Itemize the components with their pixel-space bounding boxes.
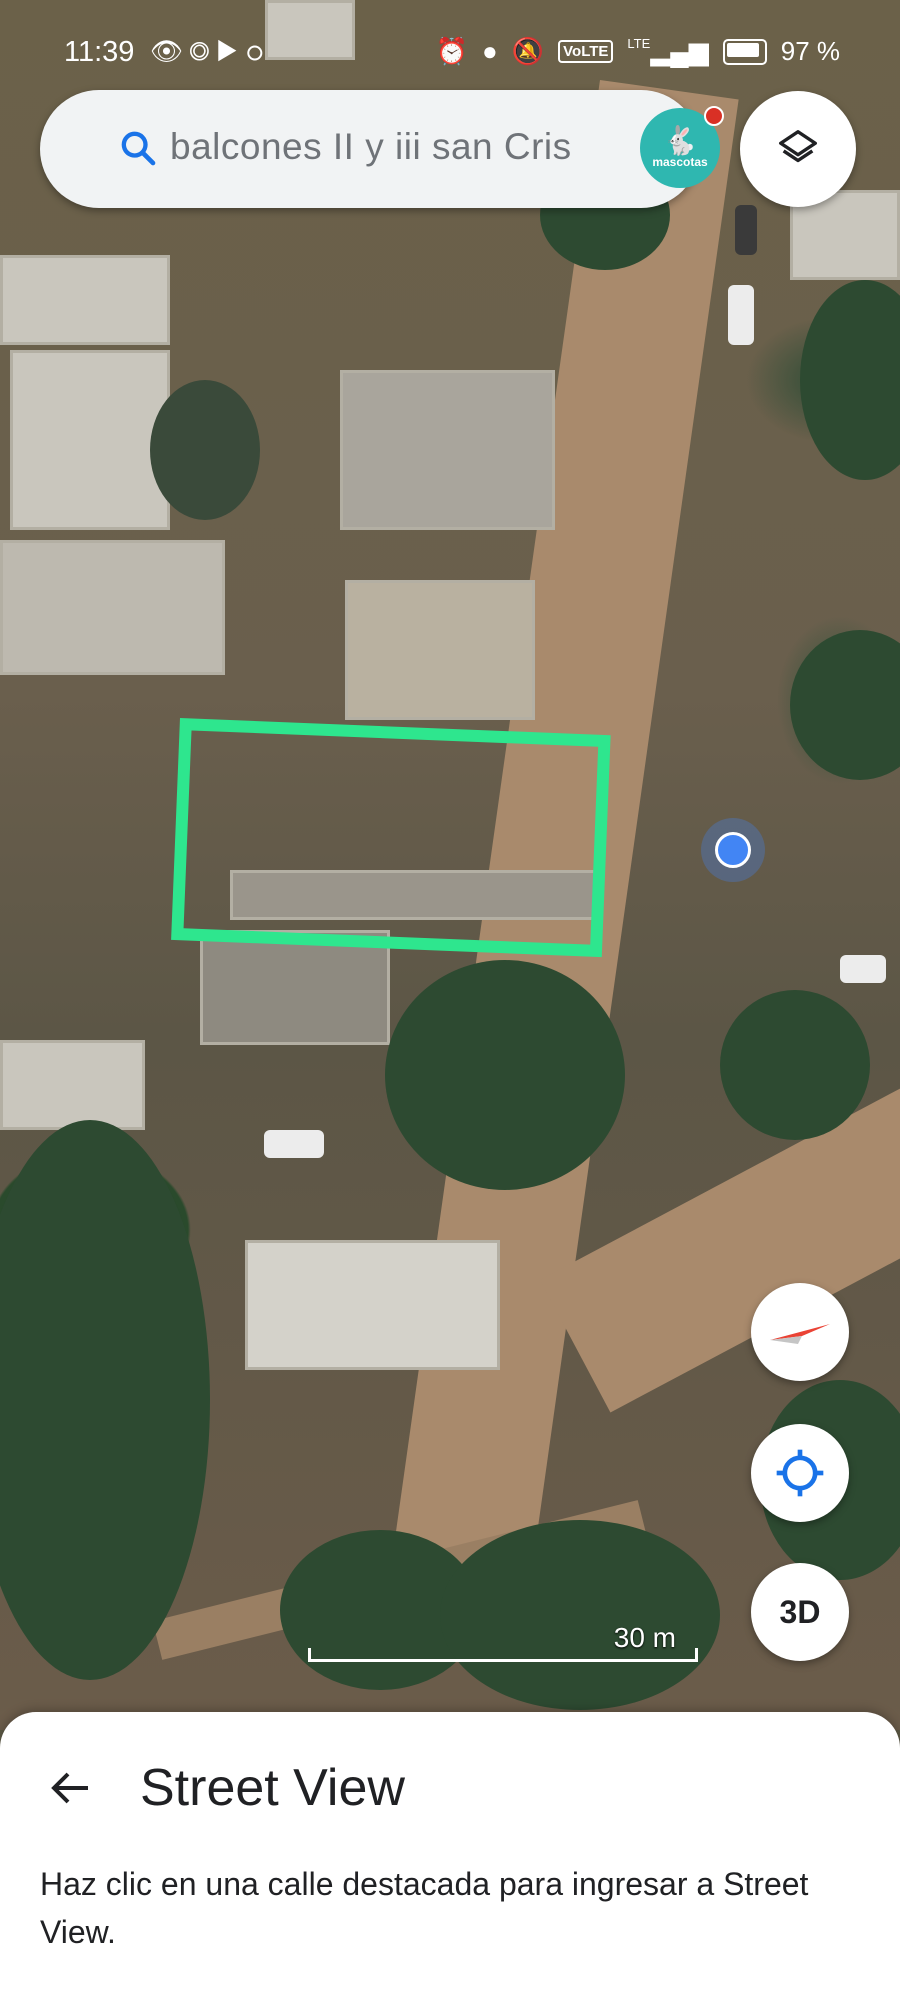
building <box>0 1040 145 1130</box>
status-right-icons: ⏰ ● 🔕 VoLTE LTE▂▄▆ 97 % <box>436 36 840 67</box>
car <box>728 285 754 345</box>
tree <box>0 1120 210 1680</box>
voicemail-icon: ഠ <box>245 36 269 66</box>
scale-bar <box>308 1648 698 1662</box>
battery-icon <box>722 38 767 65</box>
current-location-marker[interactable] <box>701 818 765 882</box>
location-icon: ● <box>482 36 498 66</box>
search-icon[interactable] <box>118 128 158 168</box>
crosshair-icon <box>776 1449 824 1497</box>
status-time: 11:39 <box>64 36 135 68</box>
youtube-icon: ▶ <box>215 36 246 66</box>
layers-icon <box>779 130 817 163</box>
tree <box>790 630 900 780</box>
status-bar: 11:39 👁◎▶ഠ ⏰ ● 🔕 VoLTE LTE▂▄▆ 97 % <box>0 0 900 100</box>
car <box>264 1130 324 1158</box>
tree <box>150 380 260 520</box>
street-view-sheet: Street View Haz clic en una calle destac… <box>0 1712 900 1992</box>
car <box>735 205 757 255</box>
building <box>340 370 555 530</box>
mute-icon: 🔕 <box>511 36 545 66</box>
selected-lot-outline <box>171 718 611 958</box>
3d-label: 3D <box>779 1593 821 1630</box>
car <box>840 955 886 983</box>
building <box>345 580 535 720</box>
tree <box>385 960 625 1190</box>
layers-button[interactable] <box>740 91 856 207</box>
eye-icon: 👁 <box>150 36 190 66</box>
search-input[interactable]: balcones II y iii san Cris <box>170 126 622 168</box>
3d-button[interactable]: 3D <box>751 1563 849 1661</box>
network-indicator: LTE▂▄▆ <box>627 36 709 66</box>
tree <box>720 990 870 1140</box>
compass-button[interactable] <box>751 1283 849 1381</box>
building <box>10 350 170 530</box>
alarm-icon: ⏰ <box>435 36 469 66</box>
building <box>0 540 225 675</box>
notification-dot <box>704 106 724 126</box>
my-location-button[interactable] <box>751 1424 849 1522</box>
volte-badge: VoLTE <box>558 40 614 63</box>
back-arrow-icon[interactable] <box>46 1764 94 1812</box>
battery-level: 97 % <box>780 36 840 66</box>
status-left-icons: 👁◎▶ഠ <box>150 36 268 68</box>
tree <box>440 1520 720 1710</box>
sheet-description: Haz clic en una calle destacada para ing… <box>40 1866 809 1950</box>
sheet-title: Street View <box>140 1759 405 1817</box>
whatsapp-icon: ◎ <box>189 36 216 66</box>
map-scale: 30 m <box>308 1622 698 1662</box>
rabbit-icon: 🐇 <box>662 125 698 156</box>
compass-icon <box>770 1324 830 1344</box>
building <box>245 1240 500 1370</box>
building <box>0 255 170 345</box>
avatar-text: mascotas <box>652 155 708 169</box>
tree <box>800 280 900 480</box>
search-bar[interactable]: balcones II y iii san Cris 🐇 mascotas <box>40 90 724 208</box>
